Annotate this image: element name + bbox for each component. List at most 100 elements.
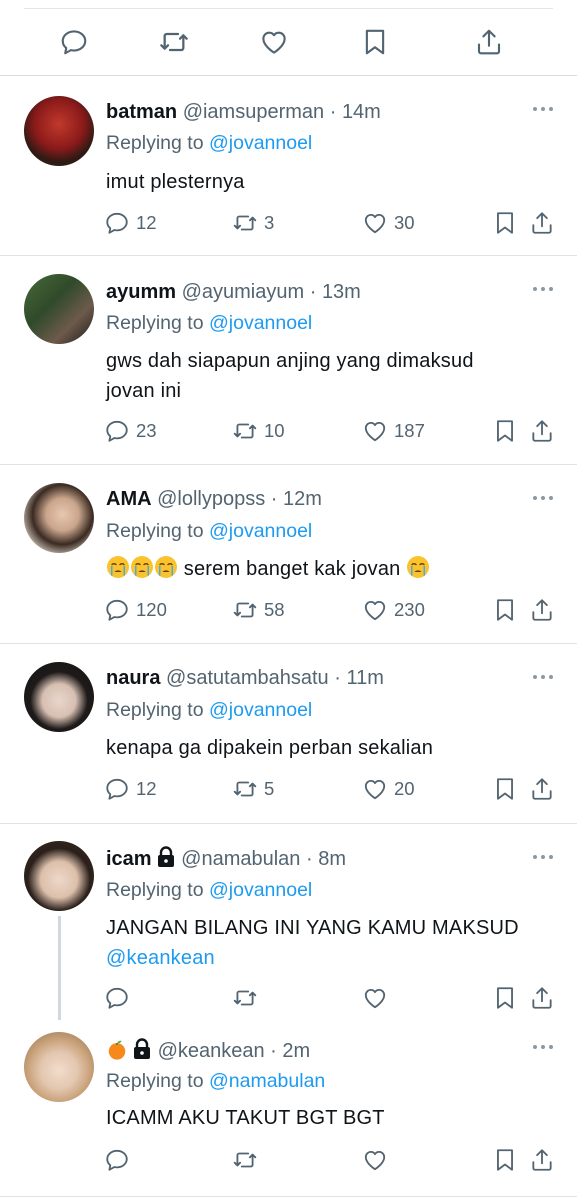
retweet-icon xyxy=(232,597,258,623)
replying-to-label: Replying to xyxy=(106,1070,209,1092)
avatar[interactable] xyxy=(24,841,94,911)
retweet-button[interactable]: 58 xyxy=(232,596,285,624)
reply-count: 23 xyxy=(136,420,157,441)
share-icon xyxy=(529,776,555,802)
mention-link[interactable]: @jovannoel xyxy=(209,699,312,721)
bookmark-icon[interactable] xyxy=(359,26,391,58)
reply-button[interactable]: 120 xyxy=(104,596,167,624)
bookmark-button[interactable] xyxy=(492,984,518,1012)
tweet-actions: 120 58 230 xyxy=(0,596,577,624)
mention-link[interactable]: @jovannoel xyxy=(209,879,312,901)
display-name[interactable]: batman xyxy=(106,101,177,123)
reply-tweet[interactable]: ayumm @ayumiayum · 13m Replying to @jova… xyxy=(0,256,577,465)
timestamp[interactable]: 14m xyxy=(342,101,381,123)
main-tweet-actions xyxy=(0,20,577,64)
lock-icon xyxy=(156,846,176,868)
retweet-button[interactable]: 10 xyxy=(232,417,285,445)
more-icon[interactable] xyxy=(531,1042,555,1052)
separator: · xyxy=(324,101,342,123)
reply-button[interactable] xyxy=(104,984,130,1012)
timestamp[interactable]: 2m xyxy=(282,1040,310,1062)
avatar[interactable] xyxy=(24,274,94,344)
mention-link[interactable]: @jovannoel xyxy=(209,312,312,334)
like-button[interactable] xyxy=(362,984,388,1012)
avatar[interactable] xyxy=(24,96,94,166)
tweet-text-line: JANGAN BILANG INI YANG KAMU MAKSUD xyxy=(106,917,519,939)
bookmark-button[interactable] xyxy=(492,417,518,445)
retweet-icon xyxy=(232,418,258,444)
tweet-header: AMA @lollypopss · 12m xyxy=(106,487,322,511)
reply-icon[interactable] xyxy=(58,26,90,58)
mention-link[interactable]: @keankean xyxy=(106,943,556,973)
tweet-actions xyxy=(0,1146,577,1174)
display-name[interactable]: ayumm xyxy=(106,281,176,303)
user-handle[interactable]: @iamsuperman xyxy=(183,101,324,123)
reply-tweet[interactable]: AMA @lollypopss · 12m Replying to @jovan… xyxy=(0,465,577,644)
retweet-button[interactable] xyxy=(232,1146,258,1174)
reply-count: 120 xyxy=(136,599,167,620)
retweet-icon[interactable] xyxy=(158,26,190,58)
avatar[interactable] xyxy=(24,483,94,553)
display-name[interactable]: icam xyxy=(106,848,152,870)
bookmark-button[interactable] xyxy=(492,775,518,803)
more-icon[interactable] xyxy=(531,493,555,503)
like-button[interactable]: 230 xyxy=(362,596,425,624)
timestamp[interactable]: 11m xyxy=(346,667,383,689)
reply-button[interactable]: 23 xyxy=(104,417,157,445)
reply-icon xyxy=(104,1147,130,1173)
more-icon[interactable] xyxy=(531,284,555,294)
bookmark-button[interactable] xyxy=(492,209,518,237)
reply-tweet[interactable]: icam @namabulan · 8m Replying to @jovann… xyxy=(0,824,577,1020)
share-button[interactable] xyxy=(529,775,555,803)
reply-button[interactable] xyxy=(104,1146,130,1174)
loudly-crying-face-emoji xyxy=(130,555,154,579)
share-icon[interactable] xyxy=(473,26,505,58)
retweet-button[interactable] xyxy=(232,984,258,1012)
display-name[interactable]: naura xyxy=(106,667,160,689)
bookmark-button[interactable] xyxy=(492,596,518,624)
separator: · xyxy=(304,281,322,303)
like-icon[interactable] xyxy=(258,26,290,58)
mention-link[interactable]: @jovannoel xyxy=(209,132,312,154)
share-button[interactable] xyxy=(529,417,555,445)
more-icon[interactable] xyxy=(531,104,555,114)
like-button[interactable] xyxy=(362,1146,388,1174)
display-name[interactable]: AMA xyxy=(106,488,152,510)
separator: · xyxy=(265,488,284,510)
share-icon xyxy=(529,418,555,444)
share-button[interactable] xyxy=(529,209,555,237)
mention-link[interactable]: @namabulan xyxy=(209,1070,325,1092)
user-handle[interactable]: @lollypopss xyxy=(157,488,265,510)
user-handle[interactable]: @satutambahsatu xyxy=(166,667,329,689)
like-button[interactable]: 20 xyxy=(362,775,415,803)
more-icon[interactable] xyxy=(531,852,555,862)
tweet-text-line: gws dah siapapun anjing yang dimaksud xyxy=(106,350,474,372)
reply-tweet[interactable]: naura @satutambahsatu · 11m Replying to … xyxy=(0,644,577,824)
reply-tweet[interactable]: @keankean · 2m Replying to @namabulan IC… xyxy=(0,1020,577,1197)
reply-icon xyxy=(104,418,130,444)
bookmark-icon xyxy=(492,985,518,1011)
more-icon[interactable] xyxy=(531,672,555,682)
timestamp[interactable]: 12m xyxy=(283,488,322,510)
share-button[interactable] xyxy=(529,984,555,1012)
like-button[interactable]: 187 xyxy=(362,417,425,445)
retweet-button[interactable]: 3 xyxy=(232,209,274,237)
reply-button[interactable]: 12 xyxy=(104,775,157,803)
user-handle[interactable]: @namabulan xyxy=(181,848,300,870)
share-button[interactable] xyxy=(529,596,555,624)
reply-tweet[interactable]: batman @iamsuperman · 14m Replying to @j… xyxy=(0,76,577,256)
timestamp[interactable]: 13m xyxy=(322,281,361,303)
replying-to: Replying to @jovannoel xyxy=(106,131,312,155)
timestamp[interactable]: 8m xyxy=(318,848,346,870)
share-button[interactable] xyxy=(529,1146,555,1174)
avatar[interactable] xyxy=(24,662,94,732)
user-handle[interactable]: @keankean xyxy=(158,1040,265,1062)
retweet-count: 5 xyxy=(264,778,275,799)
retweet-button[interactable]: 5 xyxy=(232,775,274,803)
like-button[interactable]: 30 xyxy=(362,209,415,237)
bookmark-button[interactable] xyxy=(492,1146,518,1174)
mention-link[interactable]: @jovannoel xyxy=(209,520,312,542)
reply-button[interactable]: 12 xyxy=(104,209,157,237)
user-handle[interactable]: @ayumiayum xyxy=(182,281,305,303)
avatar[interactable] xyxy=(24,1032,94,1102)
